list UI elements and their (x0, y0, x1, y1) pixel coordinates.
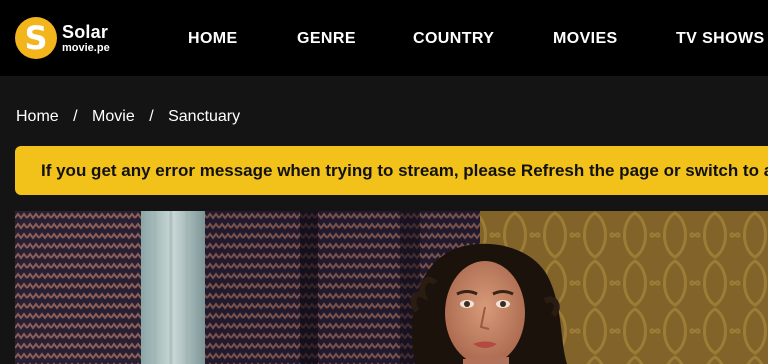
breadcrumb-separator: / (73, 108, 78, 125)
nav-home[interactable]: HOME (188, 30, 238, 48)
breadcrumb-current: Sanctuary (168, 108, 241, 125)
nav-country[interactable]: COUNTRY (413, 30, 494, 48)
page: S Solar movie.pe HOME GENRE COUNTRY MOVI… (0, 0, 768, 364)
breadcrumb-home[interactable]: Home (16, 108, 59, 125)
logo-domain: movie.pe (62, 41, 110, 54)
logo-name: Solar (62, 21, 109, 42)
stream-error-notice: If you get any error message when trying… (15, 146, 768, 195)
site-logo[interactable]: S Solar movie.pe (15, 17, 110, 59)
poster-image (15, 211, 768, 364)
breadcrumb-separator: / (149, 108, 154, 125)
nav-movies[interactable]: MOVIES (553, 30, 618, 48)
nav-tv-shows[interactable]: TV SHOWS (676, 30, 765, 48)
site-header: S Solar movie.pe HOME GENRE COUNTRY MOVI… (0, 0, 768, 76)
movie-poster[interactable] (15, 211, 768, 364)
logo-s-icon: S (15, 17, 57, 59)
notice-text: If you get any error message when trying… (41, 161, 768, 180)
breadcrumb: Home / Movie / Sanctuary (16, 108, 240, 126)
breadcrumb-movie[interactable]: Movie (92, 108, 135, 125)
logo-text: Solar movie.pe (62, 23, 110, 54)
nav-genre[interactable]: GENRE (297, 30, 356, 48)
